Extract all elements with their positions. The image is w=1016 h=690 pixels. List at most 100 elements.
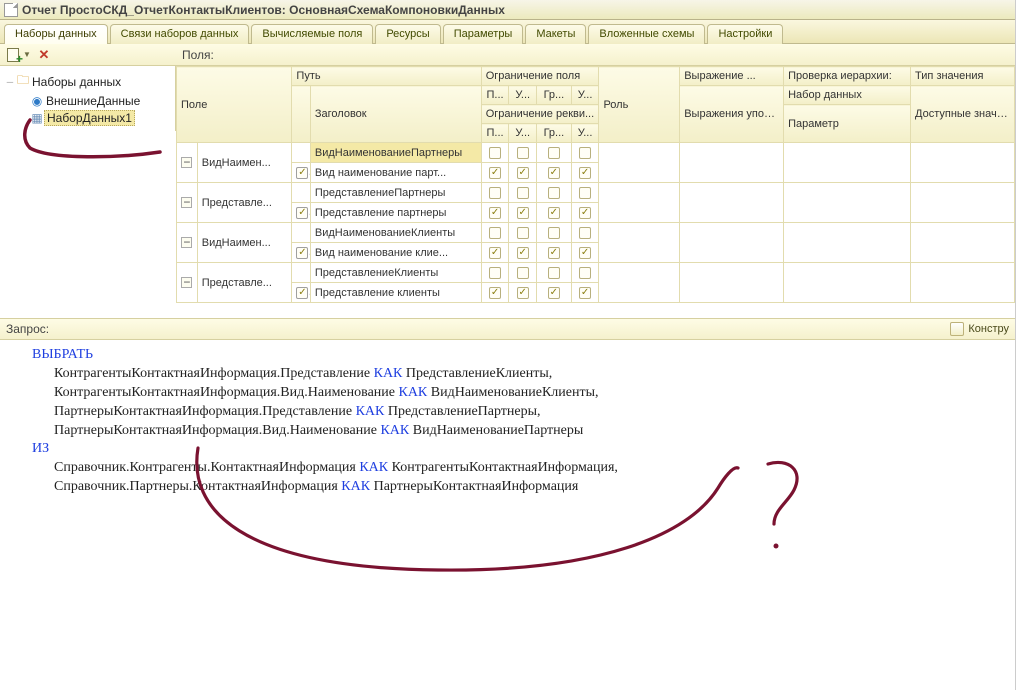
detail-u[interactable] (509, 283, 537, 303)
path-flag[interactable] (292, 183, 310, 203)
title-flag[interactable] (292, 243, 310, 263)
tab-datasets[interactable]: Наборы данных (4, 24, 108, 44)
tree-item-external[interactable]: ◉ ВнешниеДанные (2, 93, 173, 109)
col-title[interactable]: Заголовок (310, 86, 481, 143)
restrict-p[interactable] (481, 143, 509, 163)
expand-toggle[interactable]: − (177, 263, 198, 303)
col-hier-dataset[interactable]: Набор данных (784, 86, 911, 105)
col-u4[interactable]: У... (571, 124, 599, 143)
expr-cell[interactable] (680, 143, 784, 183)
col-valtype[interactable]: Тип значения (911, 67, 1015, 86)
hier-cell[interactable] (784, 223, 911, 263)
col-restriction-field[interactable]: Ограничение поля (481, 67, 599, 86)
path-flag[interactable] (292, 143, 310, 163)
col-expr-order[interactable]: Выражения упорядочива... (680, 86, 784, 143)
restrict-u[interactable] (509, 263, 537, 283)
collapse-icon[interactable]: ─ (4, 77, 16, 87)
title-flag[interactable] (292, 203, 310, 223)
restrict-u2[interactable] (571, 143, 599, 163)
col-gr2[interactable]: Гр... (537, 124, 572, 143)
detail-gr[interactable] (537, 243, 572, 263)
valtype-cell[interactable] (911, 143, 1015, 183)
detail-p[interactable] (481, 163, 509, 183)
col-u3[interactable]: У... (509, 124, 537, 143)
col-gr[interactable]: Гр... (537, 86, 572, 105)
role-cell[interactable] (599, 183, 680, 223)
tab-calc-fields[interactable]: Вычисляемые поля (251, 24, 373, 44)
detail-u2[interactable] (571, 163, 599, 183)
tab-dataset-links[interactable]: Связи наборов данных (110, 24, 250, 44)
detail-gr[interactable] (537, 283, 572, 303)
restrict-u2[interactable] (571, 183, 599, 203)
query-constructor-button[interactable]: Констру (950, 322, 1009, 336)
col-expression[interactable]: Выражение ... (680, 67, 784, 86)
tab-settings[interactable]: Настройки (707, 24, 783, 44)
col-hierarchy[interactable]: Проверка иерархии: (784, 67, 911, 86)
hier-cell[interactable] (784, 263, 911, 303)
detail-gr[interactable] (537, 163, 572, 183)
field-path[interactable]: ВидНаименованиеКлиенты (310, 223, 481, 243)
col-role[interactable]: Роль (599, 67, 680, 143)
tree-root[interactable]: ─ 🗀 Наборы данных (2, 70, 173, 93)
field-path[interactable]: ПредставлениеПартнеры (310, 183, 481, 203)
field-title[interactable]: Вид наименование клие... (310, 243, 481, 263)
title-flag[interactable] (292, 163, 310, 183)
col-p[interactable]: П... (481, 86, 509, 105)
detail-u[interactable] (509, 163, 537, 183)
expr-cell[interactable] (680, 223, 784, 263)
expr-cell[interactable] (680, 263, 784, 303)
restrict-gr[interactable] (537, 183, 572, 203)
expand-toggle[interactable]: − (177, 183, 198, 223)
restrict-gr[interactable] (537, 143, 572, 163)
field-title[interactable]: Вид наименование парт... (310, 163, 481, 183)
detail-u[interactable] (509, 243, 537, 263)
table-row[interactable]: −Представле...ПредставлениеКлиенты (177, 263, 1015, 283)
tab-resources[interactable]: Ресурсы (375, 24, 440, 44)
detail-u2[interactable] (571, 243, 599, 263)
restrict-u[interactable] (509, 143, 537, 163)
tab-templates[interactable]: Макеты (525, 24, 586, 44)
detail-p[interactable] (481, 283, 509, 303)
detail-p[interactable] (481, 203, 509, 223)
tree-item-dataset1[interactable]: ▦ НаборДанных1 (2, 109, 173, 127)
add-dropdown-icon[interactable]: ▼ (23, 50, 31, 59)
col-hier-param[interactable]: Параметр (784, 105, 911, 143)
table-row[interactable]: −Представле...ПредставлениеПартнеры (177, 183, 1015, 203)
restrict-u[interactable] (509, 223, 537, 243)
restrict-p[interactable] (481, 263, 509, 283)
field-title[interactable]: Представление клиенты (310, 283, 481, 303)
expand-toggle[interactable]: − (177, 223, 198, 263)
col-u2[interactable]: У... (571, 86, 599, 105)
role-cell[interactable] (599, 223, 680, 263)
col-path[interactable]: Путь (292, 67, 481, 86)
restrict-p[interactable] (481, 223, 509, 243)
hier-cell[interactable] (784, 183, 911, 223)
restrict-p[interactable] (481, 183, 509, 203)
table-row[interactable]: −ВидНаимен...ВидНаименованиеПартнеры (177, 143, 1015, 163)
detail-u2[interactable] (571, 283, 599, 303)
restrict-u2[interactable] (571, 263, 599, 283)
path-flag[interactable] (292, 263, 310, 283)
query-text[interactable]: ВЫБРАТЬКонтрагентыКонтактнаяИнформация.П… (0, 340, 1015, 670)
fields-table[interactable]: Поле Путь Ограничение поля Роль Выражени… (176, 66, 1015, 318)
valtype-cell[interactable] (911, 183, 1015, 223)
delete-dataset-icon[interactable]: ✕ (37, 48, 51, 62)
field-path[interactable]: ВидНаименованиеПартнеры (310, 143, 481, 163)
valtype-cell[interactable] (911, 223, 1015, 263)
col-avail[interactable]: Доступные значения (911, 86, 1015, 143)
col-p2[interactable]: П... (481, 124, 509, 143)
detail-u[interactable] (509, 203, 537, 223)
title-flag[interactable] (292, 283, 310, 303)
detail-p[interactable] (481, 243, 509, 263)
detail-u2[interactable] (571, 203, 599, 223)
restrict-u2[interactable] (571, 223, 599, 243)
tab-nested-schemes[interactable]: Вложенные схемы (588, 24, 705, 44)
hier-cell[interactable] (784, 143, 911, 183)
table-row[interactable]: −ВидНаимен...ВидНаименованиеКлиенты (177, 223, 1015, 243)
expand-toggle[interactable]: − (177, 143, 198, 183)
role-cell[interactable] (599, 143, 680, 183)
col-field[interactable]: Поле (177, 67, 292, 143)
col-u[interactable]: У... (509, 86, 537, 105)
restrict-gr[interactable] (537, 223, 572, 243)
restrict-u[interactable] (509, 183, 537, 203)
